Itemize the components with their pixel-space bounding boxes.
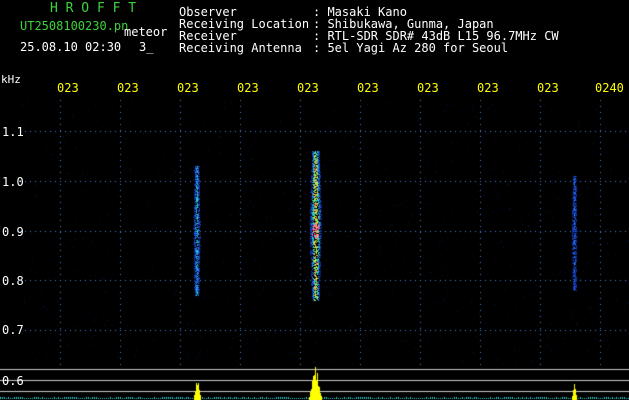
time-tick: 023 <box>177 81 199 95</box>
time-tick: 023 <box>57 81 79 95</box>
datetime-label: 25.08.10 02:30 <box>20 40 122 54</box>
count-label: 3_ <box>139 40 154 54</box>
freq-tick: 1.0 <box>2 175 24 189</box>
time-tick: 023 <box>297 81 319 95</box>
freq-tick: 0.6 <box>2 374 24 388</box>
freq-tick: 0.9 <box>2 225 24 239</box>
time-tick: 023 <box>477 81 499 95</box>
freq-tick: 0.8 <box>2 274 24 288</box>
info-value-antenna: : 5el Yagi Az 280 for Seoul <box>313 41 509 55</box>
info-label-antenna: Receiving Antenna <box>179 41 302 55</box>
freq-tick: 0.7 <box>2 323 24 337</box>
time-tick: 023 <box>357 81 379 95</box>
freq-tick: 1.1 <box>2 125 24 139</box>
file-name: UT2508100230.pn <box>20 19 129 33</box>
time-tick: 023 <box>237 81 259 95</box>
mode-label: meteor <box>124 25 168 39</box>
spectrogram-canvas <box>0 0 629 400</box>
freq-unit-label: kHz <box>1 73 21 86</box>
time-tick: 023 <box>537 81 559 95</box>
brand-title: H R O F F T <box>50 1 137 16</box>
time-tick: 023 <box>117 81 139 95</box>
time-tick: 023 <box>417 81 439 95</box>
time-tick: 0240 <box>595 81 624 95</box>
